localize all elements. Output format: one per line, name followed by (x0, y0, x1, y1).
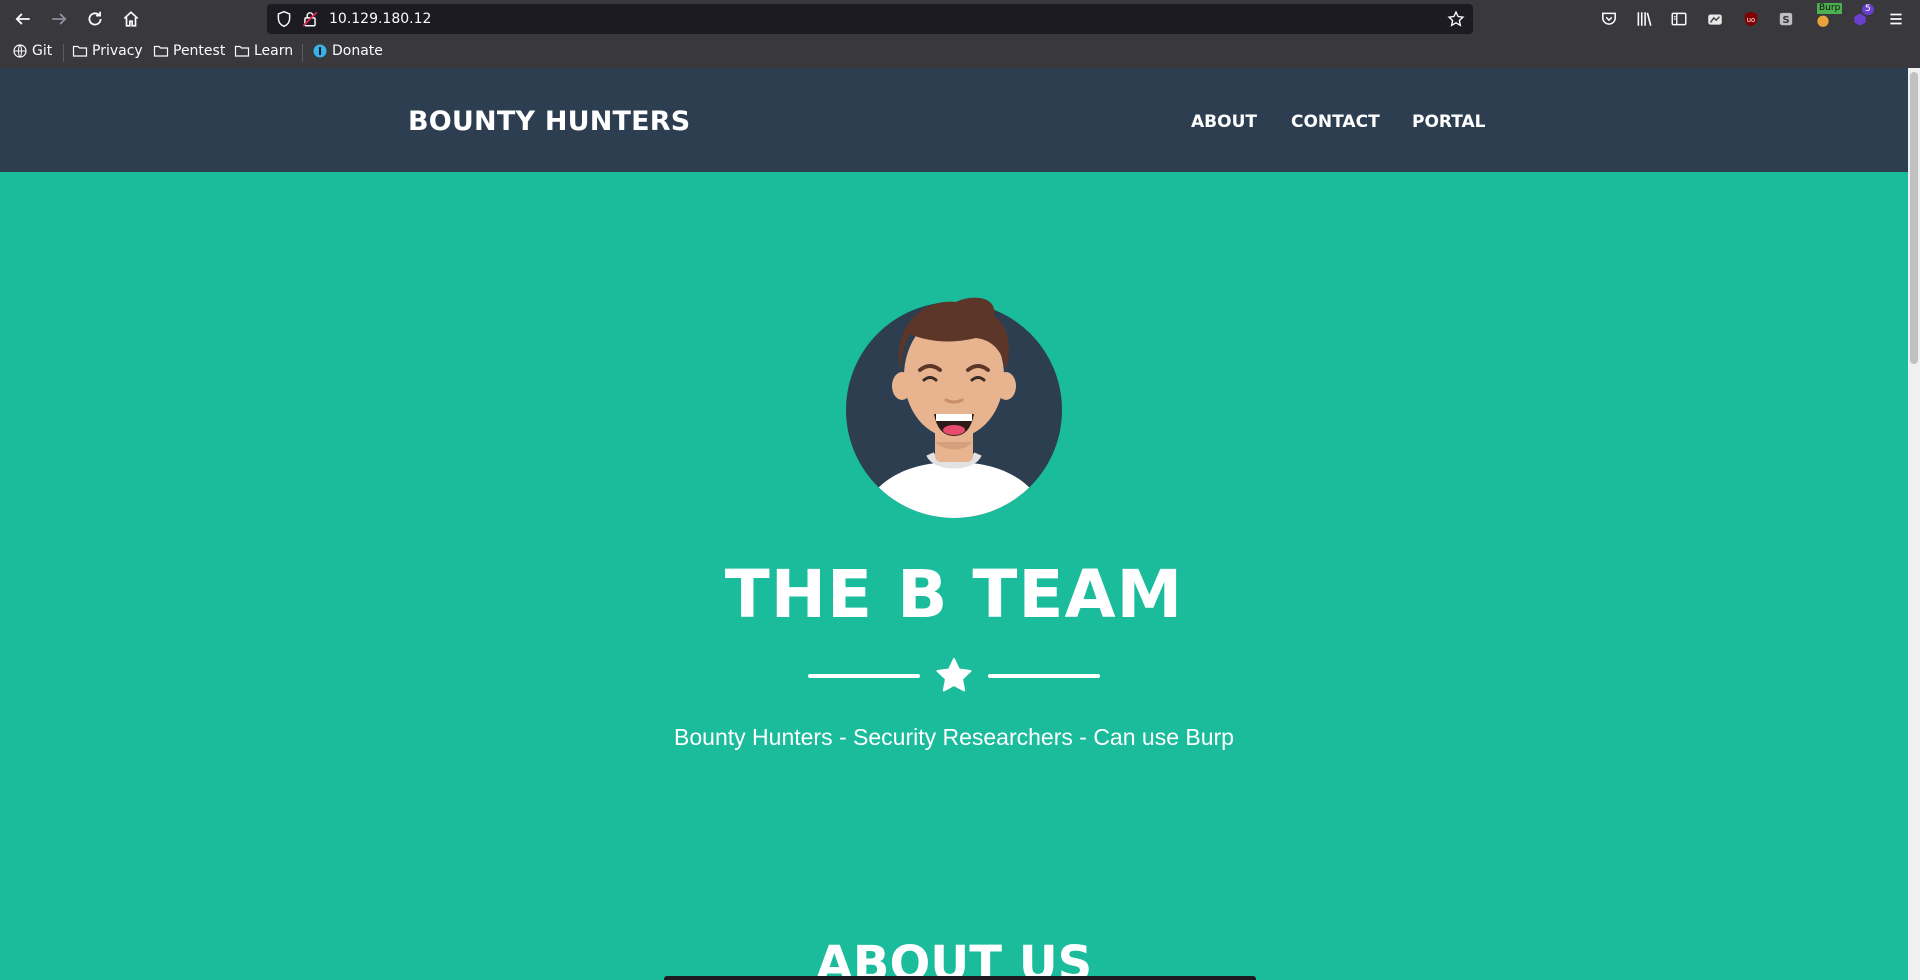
address-bar[interactable]: 10.129.180.12 (267, 4, 1473, 34)
svg-text:S: S (1782, 15, 1789, 26)
home-button[interactable] (117, 5, 145, 33)
star-icon (936, 658, 972, 692)
star-divider (808, 656, 1100, 696)
bookmark-label: Privacy (92, 43, 143, 59)
bookmark-separator (302, 44, 303, 62)
extension-cloud-icon (1708, 14, 1722, 25)
bookmark-separator (63, 44, 64, 62)
bookmarks-toolbar: Git Privacy Pentest Learn Donate (0, 37, 1920, 68)
bookmark-label: Git (32, 43, 53, 59)
svg-text:uo: uo (1747, 16, 1755, 24)
folder-icon (153, 45, 169, 57)
bookmark-label: Donate (332, 43, 383, 59)
ublock-button[interactable]: uo (1737, 5, 1765, 33)
burp-label: Burp (1817, 3, 1843, 14)
shield-icon[interactable] (275, 10, 293, 28)
sidebar-icon (1671, 12, 1687, 26)
masthead-subtitle: Bounty Hunters - Security Researchers - … (674, 724, 1234, 750)
extension-badge-count: 5 (1862, 4, 1874, 15)
reload-button[interactable] (81, 5, 109, 33)
back-button[interactable] (9, 5, 37, 33)
bookmark-donate[interactable]: Donate (312, 43, 383, 59)
nav-link-about[interactable]: ABOUT (1191, 112, 1257, 132)
nav-link-portal[interactable]: PORTAL (1412, 112, 1486, 132)
pocket-button[interactable] (1595, 5, 1623, 33)
masthead-title: THE B TEAM (724, 556, 1184, 633)
folder-icon (72, 45, 88, 57)
s-extension-icon: S (1779, 12, 1793, 26)
bookmark-git[interactable]: Git (12, 43, 52, 59)
forward-button[interactable] (45, 5, 73, 33)
forward-arrow-icon (52, 13, 67, 25)
about-section-title: ABOUT US (815, 936, 1093, 980)
home-icon (123, 11, 139, 27)
avatar-image (846, 297, 1062, 518)
browser-toolbar: 10.129.180.12 uo S Burp 5 (0, 0, 1920, 37)
floating-bar (664, 976, 1256, 980)
extension-badge-button[interactable]: 5 (1846, 4, 1874, 33)
library-button[interactable] (1630, 5, 1658, 33)
page-scrollbar[interactable] (1908, 68, 1920, 980)
divider-line-right (988, 674, 1100, 678)
donate-icon (313, 44, 327, 58)
library-icon (1637, 12, 1652, 26)
web-page: BOUNTY HUNTERS ABOUT CONTACT PORTAL THE … (0, 68, 1908, 980)
menu-button[interactable] (1882, 5, 1910, 33)
nav-link-contact[interactable]: CONTACT (1291, 112, 1380, 132)
browser-chrome: 10.129.180.12 uo S Burp 5 Git Privacy Pe… (0, 0, 1920, 68)
bookmark-star-icon[interactable] (1447, 10, 1465, 28)
ublock-icon: uo (1744, 11, 1758, 27)
insecure-lock-icon[interactable] (301, 10, 319, 28)
reload-icon (88, 11, 102, 26)
bookmark-label: Pentest (173, 43, 226, 59)
burp-proxy-button[interactable]: Burp (1809, 3, 1843, 33)
bookmark-learn[interactable]: Learn (234, 43, 293, 59)
divider-line-left (808, 674, 920, 678)
sidebar-button[interactable] (1665, 5, 1693, 33)
extension-s-button[interactable]: S (1772, 5, 1800, 33)
bookmark-pentest[interactable]: Pentest (153, 43, 225, 59)
url-text[interactable]: 10.129.180.12 (329, 11, 431, 27)
bookmark-privacy[interactable]: Privacy (72, 43, 143, 59)
back-arrow-icon (15, 13, 30, 25)
brand-logo-link[interactable]: BOUNTY HUNTERS (408, 106, 690, 137)
scrollbar-thumb[interactable] (1910, 72, 1918, 364)
globe-icon (13, 44, 27, 58)
folder-icon (234, 45, 250, 57)
pocket-icon (1602, 12, 1616, 25)
extension-button[interactable] (1701, 5, 1729, 33)
hamburger-menu-icon (1890, 13, 1902, 25)
site-navbar: BOUNTY HUNTERS ABOUT CONTACT PORTAL (0, 68, 1908, 172)
bookmark-label: Learn (254, 43, 294, 59)
